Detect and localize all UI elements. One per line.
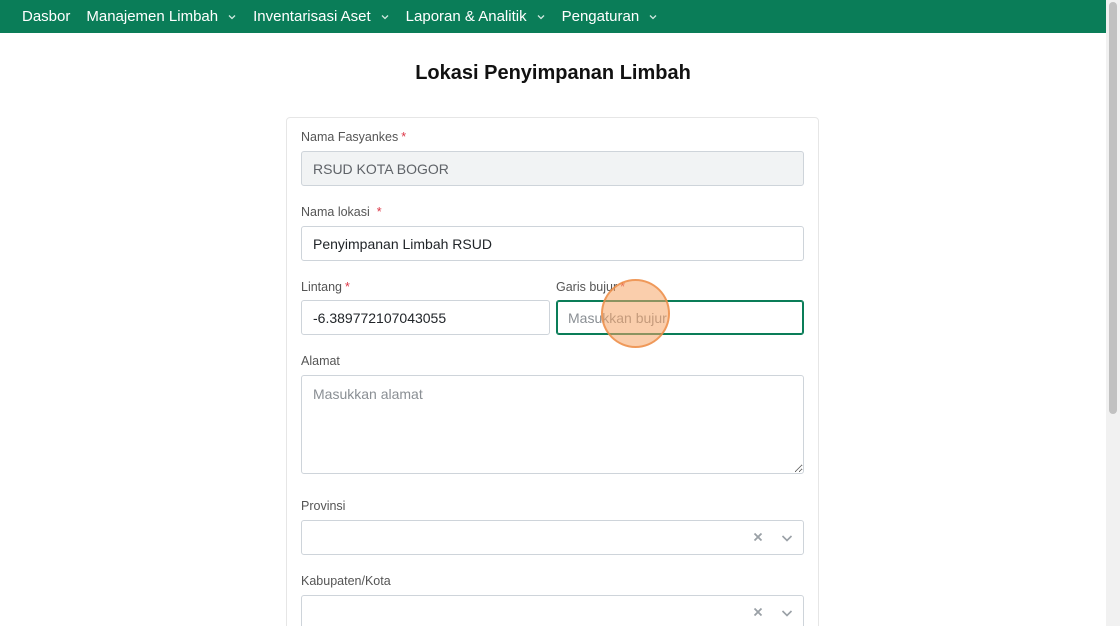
- chevron-down-icon[interactable]: [780, 606, 794, 620]
- nav-item-label: Dasbor: [22, 8, 71, 25]
- required-mark: *: [620, 280, 626, 294]
- required-mark: *: [376, 205, 382, 219]
- facility-field: [301, 151, 804, 186]
- address-label: Alamat: [301, 354, 340, 368]
- address-field[interactable]: [301, 375, 804, 474]
- longitude-label-text: Garis bujur: [556, 280, 618, 294]
- required-mark: *: [401, 130, 407, 144]
- nav-item-inventarisasi-aset[interactable]: Inventarisasi Aset: [253, 8, 390, 25]
- regency-label: Kabupaten/Kota: [301, 574, 391, 588]
- page-title: Lokasi Penyimpanan Limbah: [415, 62, 691, 84]
- scrollbar-thumb[interactable]: [1109, 2, 1117, 414]
- nav-item-label: Pengaturan: [561, 8, 640, 25]
- chevron-down-icon: [648, 12, 658, 22]
- nav-item-manajemen-limbah[interactable]: Manajemen Limbah: [86, 8, 237, 25]
- latitude-label-text: Lintang: [301, 280, 343, 294]
- nav-item-pengaturan[interactable]: Pengaturan: [562, 8, 659, 25]
- latitude-label: Lintang *: [301, 280, 350, 294]
- longitude-label: Garis bujur *: [556, 280, 625, 294]
- scrollbar-track[interactable]: [1106, 0, 1120, 626]
- chevron-down-icon: [380, 12, 390, 22]
- nav-item-label: Laporan & Analitik: [405, 8, 527, 25]
- clear-icon[interactable]: [751, 530, 765, 544]
- location-name-label: Nama lokasi *: [301, 205, 382, 219]
- facility-label-text: Nama Fasyankes: [301, 130, 399, 144]
- chevron-down-icon[interactable]: [780, 531, 794, 545]
- province-label: Provinsi: [301, 499, 346, 513]
- latitude-field[interactable]: [301, 300, 550, 335]
- province-select[interactable]: [301, 520, 804, 555]
- nav-item-label: Inventarisasi Aset: [253, 8, 371, 25]
- clear-icon[interactable]: [751, 605, 765, 619]
- chevron-down-icon: [536, 12, 546, 22]
- nav-item-laporan-analitik[interactable]: Laporan & Analitik: [406, 8, 546, 25]
- longitude-field[interactable]: [556, 300, 804, 335]
- regency-select[interactable]: [301, 595, 804, 626]
- location-name-label-text: Nama lokasi: [301, 205, 370, 219]
- facility-label: Nama Fasyankes *: [301, 130, 406, 144]
- nav-item-dasbor[interactable]: Dasbor: [22, 8, 70, 25]
- location-name-field[interactable]: [301, 226, 804, 261]
- top-navbar: Dasbor Manajemen Limbah Inventarisasi As…: [0, 0, 1106, 33]
- required-mark: *: [345, 280, 350, 294]
- chevron-down-icon: [227, 12, 237, 22]
- nav-item-label: Manajemen Limbah: [86, 8, 219, 25]
